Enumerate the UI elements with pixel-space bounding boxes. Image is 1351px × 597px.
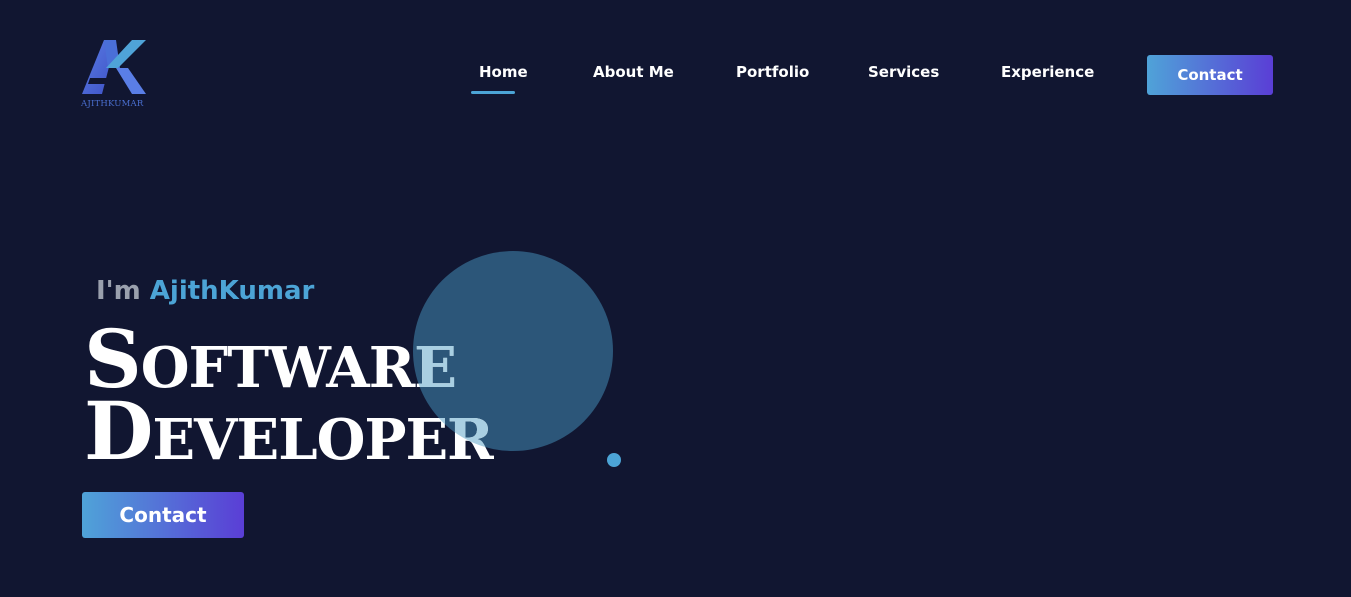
- headline-accent-dot: [607, 453, 621, 467]
- nav-item-experience[interactable]: Experience: [1001, 63, 1094, 81]
- greeting-name: AjithKumar: [149, 276, 315, 306]
- ak-logo-icon: [82, 40, 146, 94]
- nav-item-about-me[interactable]: About Me: [593, 63, 674, 81]
- nav-contact-button[interactable]: Contact: [1147, 55, 1273, 95]
- nav-item-portfolio[interactable]: Portfolio: [736, 63, 809, 81]
- site-logo[interactable]: AJITHKUMAR: [80, 38, 148, 112]
- logo-wordmark: AJITHKUMAR: [81, 99, 144, 109]
- nav-item-services[interactable]: Services: [868, 63, 939, 81]
- nav-active-indicator: [471, 91, 515, 94]
- greeting-prefix: I'm: [96, 276, 141, 306]
- hero-contact-button[interactable]: Contact: [82, 492, 244, 538]
- nav-item-home[interactable]: Home: [479, 63, 528, 81]
- headline-line-2: Developer: [84, 384, 494, 478]
- hero-greeting: I'm AjithKumar: [96, 276, 314, 306]
